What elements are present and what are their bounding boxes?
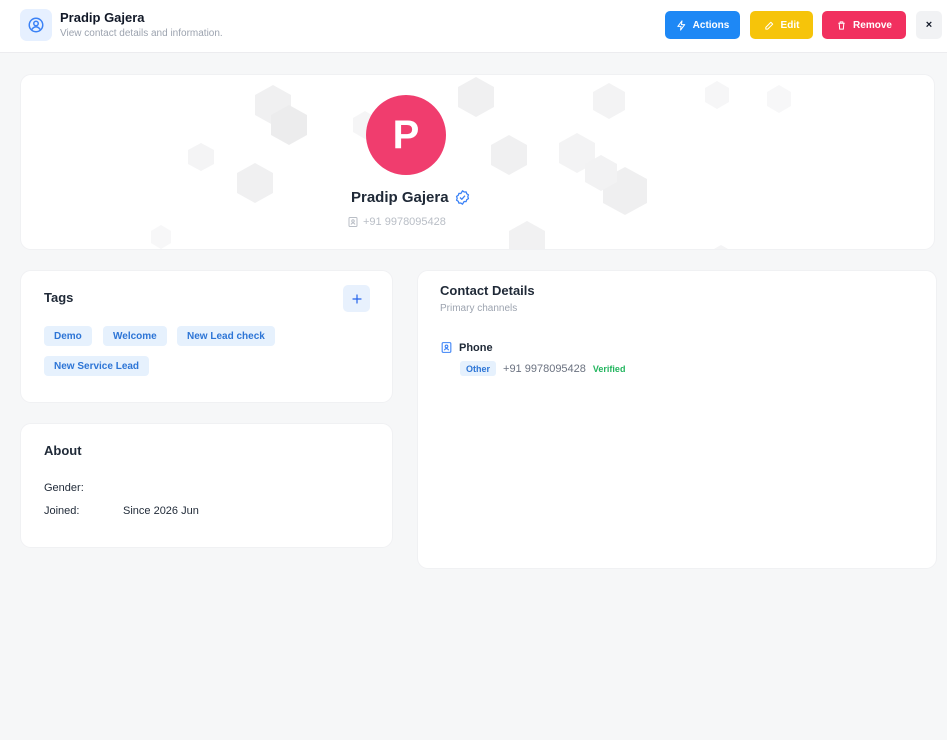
actions-button[interactable]: Actions (665, 11, 740, 39)
remove-button[interactable]: Remove (822, 11, 906, 39)
pencil-icon (764, 21, 773, 30)
add-tag-button[interactable] (343, 285, 370, 312)
verified-badge-icon (455, 190, 469, 205)
phone-heading-label: Phone (459, 341, 493, 354)
contact-details-card: Contact Details Primary channels Phone O… (417, 270, 937, 569)
phone-type-badge: Other (460, 361, 497, 376)
edit-button[interactable]: Edit (750, 11, 813, 39)
about-card: About Gender: Joined: Since 2026 Jun (20, 423, 393, 548)
joined-label: Joined: (44, 505, 80, 517)
actions-button-label: Actions (692, 19, 730, 31)
tag-demo[interactable]: Demo (44, 326, 92, 346)
tags-title: Tags (44, 290, 74, 305)
verified-label: Verified (592, 363, 626, 374)
about-title: About (44, 443, 82, 458)
page-subtitle: View contact details and information. (60, 28, 223, 39)
profile-card: P Pradip Gajera +91 9978095428 (20, 74, 935, 250)
remove-button-label: Remove (853, 19, 892, 31)
plus-icon (351, 293, 362, 304)
avatar: P (366, 95, 446, 175)
tag-new-service-lead[interactable]: New Service Lead (44, 356, 150, 376)
profile-phone-row: +91 9978095428 (347, 216, 446, 228)
gender-label: Gender: (44, 482, 84, 494)
tag-welcome[interactable]: Welcome (103, 326, 167, 346)
close-button[interactable]: × (916, 11, 942, 39)
phone-number[interactable]: +91 9978095428 (503, 363, 586, 375)
tag-new-lead-check[interactable]: New Lead check (177, 326, 275, 346)
contact-card-icon (348, 217, 358, 227)
edit-button-label: Edit (780, 19, 800, 31)
contact-details-title: Contact Details (440, 283, 535, 298)
contact-details-subtitle: Primary channels (440, 303, 518, 314)
profile-name: Pradip Gajera (351, 189, 449, 206)
contact-card-icon (441, 342, 452, 353)
user-circle-icon (20, 9, 52, 41)
phone-entry: Other +91 9978095428 Verified (460, 361, 625, 376)
lightning-icon (676, 19, 685, 31)
tags-card: Tags Demo Welcome New Lead check New Ser… (20, 270, 393, 403)
profile-name-row: Pradip Gajera (351, 189, 471, 206)
hexagon-pattern (151, 77, 791, 249)
page-title: Pradip Gajera (60, 10, 145, 25)
phone-section-heading: Phone (440, 341, 493, 354)
profile-phone: +91 9978095428 (363, 216, 446, 228)
joined-value: Since 2026 Jun (123, 505, 199, 517)
trash-icon (838, 20, 845, 30)
page-header: Pradip Gajera View contact details and i… (0, 0, 947, 53)
